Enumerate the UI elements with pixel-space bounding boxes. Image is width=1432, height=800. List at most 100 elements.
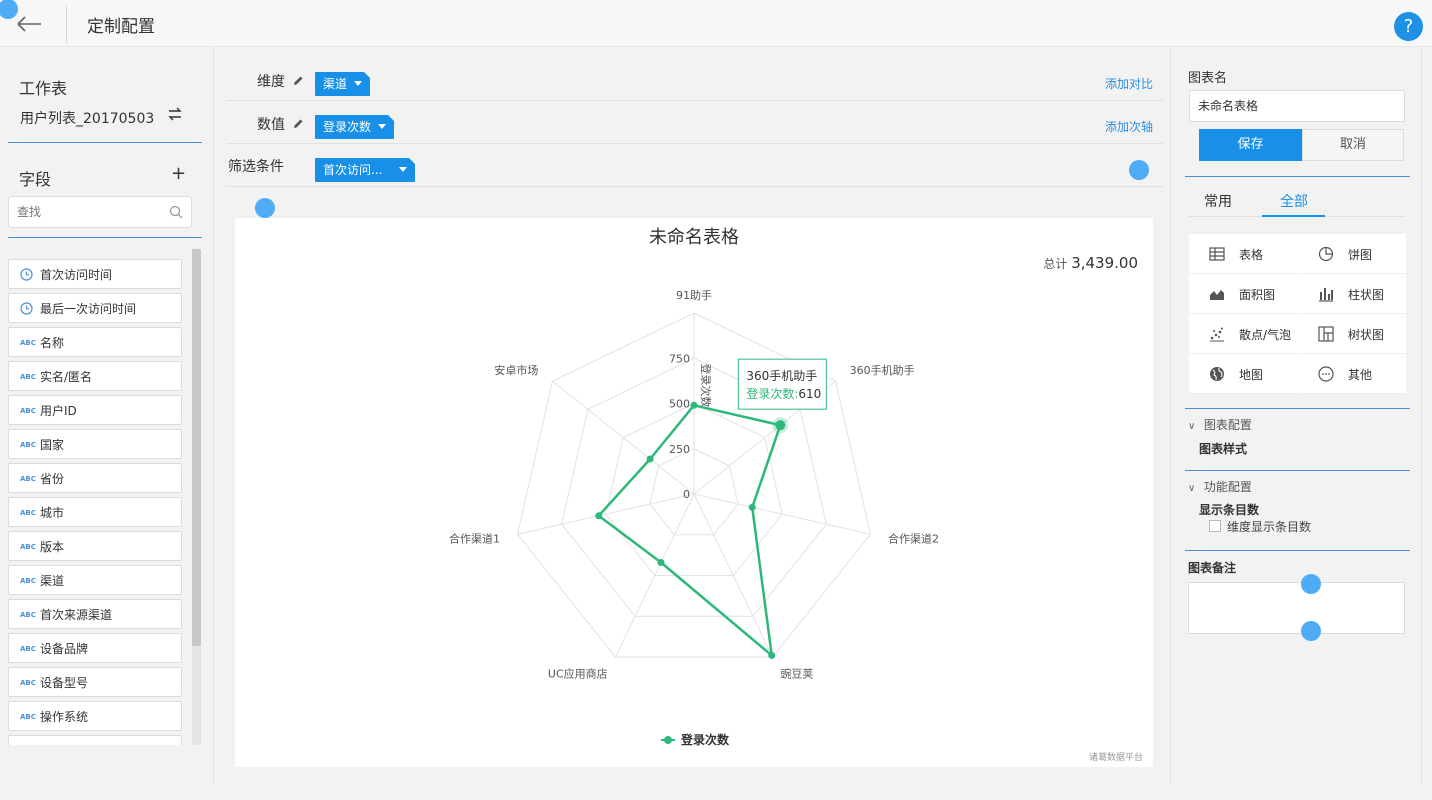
field-label: 实名/匿名 xyxy=(40,370,93,384)
text-type-icon: ABC xyxy=(20,577,36,585)
field-label: 最后一次访问时间 xyxy=(40,302,137,316)
save-button[interactable]: 保存 xyxy=(1199,129,1302,161)
add-field-icon[interactable]: + xyxy=(171,163,186,184)
field-item[interactable]: ABC 设备品牌 xyxy=(8,633,182,663)
field-search-input[interactable] xyxy=(9,197,159,227)
field-label: 设备品牌 xyxy=(40,642,89,656)
more-icon xyxy=(1318,366,1334,382)
field-label: 版本 xyxy=(40,540,65,554)
cancel-button[interactable]: 取消 xyxy=(1302,129,1404,161)
tab-all[interactable]: 全部 xyxy=(1280,191,1308,211)
text-type-icon: ABC xyxy=(20,679,36,687)
chart-type-label: 饼图 xyxy=(1348,248,1373,262)
dimension-tag[interactable]: 渠道 xyxy=(315,72,370,96)
add-axis-link[interactable]: 添加次轴 xyxy=(1105,118,1153,135)
data-point xyxy=(748,503,756,511)
divider xyxy=(1185,470,1410,471)
indicator-label: 合作渠道1 xyxy=(449,531,500,545)
chart-type-item[interactable]: 树状图 xyxy=(1298,314,1406,354)
edit-pencil-icon[interactable] xyxy=(292,118,304,130)
filter-tag-label: 首次访问... xyxy=(323,163,383,177)
chart-panel: 未命名表格 总计 3,439.00 91助手 360手机助手 合作渠道2 豌豆荚 UC应… xyxy=(235,218,1153,767)
data-point xyxy=(646,455,654,463)
chart-config-section[interactable]: ∨ 图表配置 xyxy=(1188,416,1252,433)
field-item[interactable]: ABC 实名/匿名 xyxy=(8,361,182,391)
chart-type-item[interactable]: 柱状图 xyxy=(1298,274,1406,314)
tooltip-series: 登录次数: xyxy=(746,386,798,401)
chart-note-label: 图表备注 xyxy=(1188,561,1237,575)
dimension-label: 维度 xyxy=(257,74,285,90)
caret-down-icon xyxy=(354,81,362,86)
chart-type-item[interactable]: 饼图 xyxy=(1298,234,1406,274)
radial-tick-label: 750 xyxy=(669,352,690,365)
filter-tag[interactable]: 首次访问... xyxy=(315,158,415,182)
field-label: 城市 xyxy=(40,506,65,520)
back-arrow-icon[interactable] xyxy=(14,10,44,38)
field-item[interactable]: ABC 设备型号 xyxy=(8,667,182,697)
field-list-scrollbar[interactable] xyxy=(192,249,201,745)
treemap-icon xyxy=(1318,326,1334,342)
indicator-label: 91助手 xyxy=(676,288,712,302)
field-item[interactable]: ABC 首次来源渠道 xyxy=(8,599,182,629)
text-type-icon: ABC xyxy=(20,475,36,483)
chart-type-label: 散点/气泡 xyxy=(1239,328,1292,342)
field-item[interactable]: ABC 城市 xyxy=(8,497,182,527)
text-type-icon: ABC xyxy=(20,611,36,619)
chart-type-item[interactable]: 散点/气泡 xyxy=(1189,314,1297,354)
radar-axis-line xyxy=(517,493,695,535)
tab-common[interactable]: 常用 xyxy=(1204,191,1232,211)
swap-icon[interactable] xyxy=(168,107,182,125)
edit-pencil-icon[interactable] xyxy=(292,75,304,87)
legend-marker xyxy=(664,736,672,744)
help-button[interactable]: ? xyxy=(1394,12,1423,41)
chart-type-label: 地图 xyxy=(1239,368,1264,382)
chart-type-label: 其他 xyxy=(1348,368,1373,382)
tooltip-title: 360手机助手 xyxy=(746,369,817,383)
legend-label: 登录次数 xyxy=(680,732,730,747)
chart-note-textarea[interactable] xyxy=(1188,582,1405,634)
text-type-icon: ABC xyxy=(20,407,36,415)
caret-down-icon xyxy=(399,167,407,172)
data-point xyxy=(595,512,603,520)
worksheet-name[interactable]: 用户列表_20170503 xyxy=(20,108,154,128)
dim-show-count-label: 维度显示条目数 xyxy=(1227,520,1312,534)
indicator-label: UC应用商店 xyxy=(548,666,608,680)
field-item[interactable]: ABC 省份 xyxy=(8,463,182,493)
chart-type-grid: 表格 饼图面积图 柱状图散点/气泡 树状图地图 其他 xyxy=(1189,234,1406,394)
data-point xyxy=(768,651,776,659)
field-item[interactable]: ABC 名称 xyxy=(8,327,182,357)
chart-name-input[interactable]: 未命名表格 xyxy=(1189,90,1405,122)
func-config-section[interactable]: ∨ 功能配置 xyxy=(1188,478,1252,495)
field-label: 用户ID xyxy=(40,404,77,418)
field-item[interactable]: ABC 操作系统 xyxy=(8,701,182,731)
chevron-down-icon: ∨ xyxy=(1188,483,1196,494)
divider xyxy=(8,142,202,143)
radar-chart[interactable]: 91助手 360手机助手合作渠道2 豌豆荚 UC应用商店 合作渠道1 安卓市场 0 250 50… xyxy=(235,218,1153,767)
clock-icon xyxy=(20,268,34,282)
field-item[interactable]: ABC xyxy=(8,735,182,745)
field-item[interactable]: ABC 用户ID xyxy=(8,395,182,425)
indicator-label: 安卓市场 xyxy=(494,363,538,377)
field-item[interactable]: 首次访问时间 xyxy=(8,259,182,289)
bar-icon xyxy=(1319,288,1333,302)
value-tag[interactable]: 登录次数 xyxy=(315,115,394,139)
chart-type-item[interactable]: 地图 xyxy=(1189,354,1297,394)
chart-type-label: 柱状图 xyxy=(1348,288,1385,302)
divider xyxy=(1185,408,1410,409)
add-compare-link[interactable]: 添加对比 xyxy=(1105,75,1153,92)
field-item[interactable]: ABC 版本 xyxy=(8,531,182,561)
field-item[interactable]: ABC 渠道 xyxy=(8,565,182,595)
search-icon[interactable] xyxy=(169,205,183,219)
chart-type-item[interactable]: 面积图 xyxy=(1189,274,1297,314)
dim-show-count-checkbox[interactable] xyxy=(1209,520,1221,532)
watermark: 诸葛数据平台 xyxy=(1088,753,1143,763)
chart-type-item[interactable]: 表格 xyxy=(1189,234,1297,274)
worksheet-title: 工作表 xyxy=(19,79,68,98)
field-item[interactable]: 最后一次访问时间 xyxy=(8,293,182,323)
field-label: 设备型号 xyxy=(40,676,89,690)
chart-type-item[interactable]: 其他 xyxy=(1298,354,1406,394)
field-item[interactable]: ABC 国家 xyxy=(8,429,182,459)
field-label: 省份 xyxy=(40,472,65,486)
scroll-thumb[interactable] xyxy=(192,249,201,646)
radial-tick-label: 250 xyxy=(669,443,690,456)
